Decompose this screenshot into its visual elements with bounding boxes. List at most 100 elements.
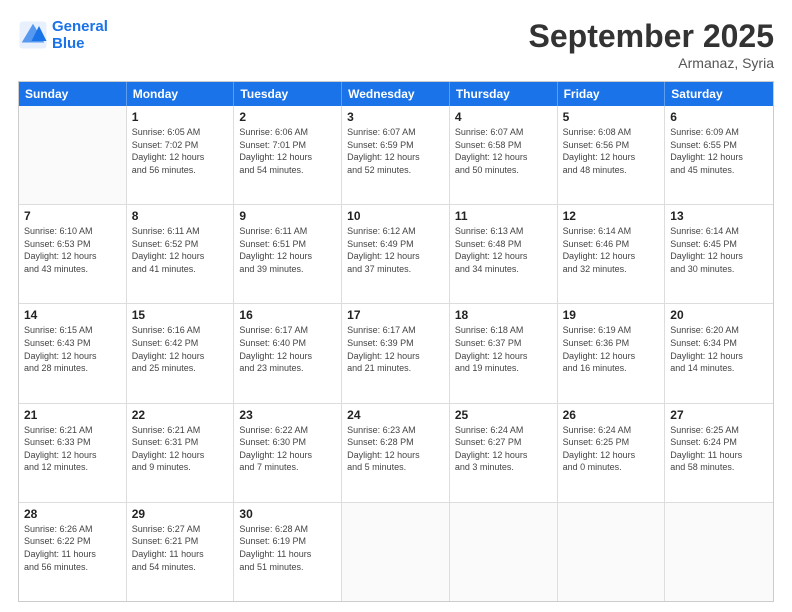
day-number: 27 xyxy=(670,408,768,422)
calendar-week-row: 14 Sunrise: 6:15 AM Sunset: 6:43 PM Dayli… xyxy=(19,304,773,403)
calendar-cell: 22 Sunrise: 6:21 AM Sunset: 6:31 PM Dayli… xyxy=(127,404,235,502)
subtitle: Armanaz, Syria xyxy=(529,55,774,71)
day-info: Sunrise: 6:07 AM Sunset: 6:58 PM Dayligh… xyxy=(455,126,552,176)
calendar-cell: 18 Sunrise: 6:18 AM Sunset: 6:37 PM Dayli… xyxy=(450,304,558,402)
day-info: Sunrise: 6:26 AM Sunset: 6:22 PM Dayligh… xyxy=(24,523,121,573)
calendar-cell: 27 Sunrise: 6:25 AM Sunset: 6:24 PM Dayli… xyxy=(665,404,773,502)
calendar-cell: 16 Sunrise: 6:17 AM Sunset: 6:40 PM Dayli… xyxy=(234,304,342,402)
calendar-header-cell: Saturday xyxy=(665,82,773,106)
day-info: Sunrise: 6:24 AM Sunset: 6:27 PM Dayligh… xyxy=(455,424,552,474)
calendar: SundayMondayTuesdayWednesdayThursdayFrid… xyxy=(18,81,774,602)
day-number: 23 xyxy=(239,408,336,422)
day-number: 2 xyxy=(239,110,336,124)
day-info: Sunrise: 6:25 AM Sunset: 6:24 PM Dayligh… xyxy=(670,424,768,474)
calendar-cell: 4 Sunrise: 6:07 AM Sunset: 6:58 PM Daylig… xyxy=(450,106,558,204)
calendar-cell xyxy=(19,106,127,204)
day-info: Sunrise: 6:17 AM Sunset: 6:39 PM Dayligh… xyxy=(347,324,444,374)
calendar-cell xyxy=(450,503,558,601)
calendar-cell: 29 Sunrise: 6:27 AM Sunset: 6:21 PM Dayli… xyxy=(127,503,235,601)
calendar-week-row: 1 Sunrise: 6:05 AM Sunset: 7:02 PM Daylig… xyxy=(19,106,773,205)
calendar-week-row: 7 Sunrise: 6:10 AM Sunset: 6:53 PM Daylig… xyxy=(19,205,773,304)
day-number: 19 xyxy=(563,308,660,322)
title-block: September 2025 Armanaz, Syria xyxy=(529,18,774,71)
calendar-cell: 1 Sunrise: 6:05 AM Sunset: 7:02 PM Daylig… xyxy=(127,106,235,204)
day-number: 13 xyxy=(670,209,768,223)
day-number: 26 xyxy=(563,408,660,422)
calendar-cell: 2 Sunrise: 6:06 AM Sunset: 7:01 PM Daylig… xyxy=(234,106,342,204)
day-info: Sunrise: 6:11 AM Sunset: 6:51 PM Dayligh… xyxy=(239,225,336,275)
day-number: 22 xyxy=(132,408,229,422)
calendar-cell: 25Sunrise: 6:24 AM Sunset: 6:27 PM Dayli… xyxy=(450,404,558,502)
day-number: 3 xyxy=(347,110,444,124)
day-number: 24 xyxy=(347,408,444,422)
day-number: 7 xyxy=(24,209,121,223)
day-info: Sunrise: 6:10 AM Sunset: 6:53 PM Dayligh… xyxy=(24,225,121,275)
day-info: Sunrise: 6:13 AM Sunset: 6:48 PM Dayligh… xyxy=(455,225,552,275)
calendar-body: 1 Sunrise: 6:05 AM Sunset: 7:02 PM Daylig… xyxy=(19,106,773,601)
calendar-cell: 9 Sunrise: 6:11 AM Sunset: 6:51 PM Daylig… xyxy=(234,205,342,303)
day-info: Sunrise: 6:19 AM Sunset: 6:36 PM Dayligh… xyxy=(563,324,660,374)
calendar-cell: 24Sunrise: 6:23 AM Sunset: 6:28 PM Dayli… xyxy=(342,404,450,502)
day-number: 17 xyxy=(347,308,444,322)
day-info: Sunrise: 6:12 AM Sunset: 6:49 PM Dayligh… xyxy=(347,225,444,275)
day-info: Sunrise: 6:15 AM Sunset: 6:43 PM Dayligh… xyxy=(24,324,121,374)
calendar-header-cell: Friday xyxy=(558,82,666,106)
calendar-header-cell: Thursday xyxy=(450,82,558,106)
day-info: Sunrise: 6:09 AM Sunset: 6:55 PM Dayligh… xyxy=(670,126,768,176)
day-number: 21 xyxy=(24,408,121,422)
calendar-cell: 21Sunrise: 6:21 AM Sunset: 6:33 PM Dayli… xyxy=(19,404,127,502)
day-number: 16 xyxy=(239,308,336,322)
day-info: Sunrise: 6:07 AM Sunset: 6:59 PM Dayligh… xyxy=(347,126,444,176)
day-info: Sunrise: 6:14 AM Sunset: 6:46 PM Dayligh… xyxy=(563,225,660,275)
day-info: Sunrise: 6:08 AM Sunset: 6:56 PM Dayligh… xyxy=(563,126,660,176)
day-number: 10 xyxy=(347,209,444,223)
calendar-cell: 28 Sunrise: 6:26 AM Sunset: 6:22 PM Dayli… xyxy=(19,503,127,601)
calendar-cell: 8 Sunrise: 6:11 AM Sunset: 6:52 PM Daylig… xyxy=(127,205,235,303)
day-info: Sunrise: 6:18 AM Sunset: 6:37 PM Dayligh… xyxy=(455,324,552,374)
calendar-week-row: 28 Sunrise: 6:26 AM Sunset: 6:22 PM Dayli… xyxy=(19,503,773,601)
header: General Blue September 2025 Armanaz, Syr… xyxy=(18,18,774,71)
calendar-cell: 19 Sunrise: 6:19 AM Sunset: 6:36 PM Dayli… xyxy=(558,304,666,402)
day-info: Sunrise: 6:06 AM Sunset: 7:01 PM Dayligh… xyxy=(239,126,336,176)
day-info: Sunrise: 6:22 AM Sunset: 6:30 PM Dayligh… xyxy=(239,424,336,474)
calendar-header-cell: Monday xyxy=(127,82,235,106)
day-info: Sunrise: 6:21 AM Sunset: 6:31 PM Dayligh… xyxy=(132,424,229,474)
day-number: 8 xyxy=(132,209,229,223)
day-number: 18 xyxy=(455,308,552,322)
calendar-cell: 11 Sunrise: 6:13 AM Sunset: 6:48 PM Dayli… xyxy=(450,205,558,303)
calendar-cell: 5Sunrise: 6:08 AM Sunset: 6:56 PM Daylig… xyxy=(558,106,666,204)
calendar-week-row: 21Sunrise: 6:21 AM Sunset: 6:33 PM Dayli… xyxy=(19,404,773,503)
day-number: 29 xyxy=(132,507,229,521)
calendar-cell: 20 Sunrise: 6:20 AM Sunset: 6:34 PM Dayli… xyxy=(665,304,773,402)
day-info: Sunrise: 6:27 AM Sunset: 6:21 PM Dayligh… xyxy=(132,523,229,573)
calendar-cell: 3 Sunrise: 6:07 AM Sunset: 6:59 PM Daylig… xyxy=(342,106,450,204)
logo: General Blue xyxy=(18,18,108,52)
day-info: Sunrise: 6:20 AM Sunset: 6:34 PM Dayligh… xyxy=(670,324,768,374)
day-number: 15 xyxy=(132,308,229,322)
day-number: 1 xyxy=(132,110,229,124)
day-number: 28 xyxy=(24,507,121,521)
day-number: 6 xyxy=(670,110,768,124)
calendar-cell: 23 Sunrise: 6:22 AM Sunset: 6:30 PM Dayli… xyxy=(234,404,342,502)
day-number: 12 xyxy=(563,209,660,223)
day-info: Sunrise: 6:05 AM Sunset: 7:02 PM Dayligh… xyxy=(132,126,229,176)
main-title: September 2025 xyxy=(529,18,774,55)
day-info: Sunrise: 6:28 AM Sunset: 6:19 PM Dayligh… xyxy=(239,523,336,573)
day-number: 11 xyxy=(455,209,552,223)
calendar-cell: 13 Sunrise: 6:14 AM Sunset: 6:45 PM Dayli… xyxy=(665,205,773,303)
day-number: 14 xyxy=(24,308,121,322)
day-number: 20 xyxy=(670,308,768,322)
day-number: 9 xyxy=(239,209,336,223)
day-info: Sunrise: 6:17 AM Sunset: 6:40 PM Dayligh… xyxy=(239,324,336,374)
logo-text: General Blue xyxy=(52,18,108,52)
calendar-header-cell: Wednesday xyxy=(342,82,450,106)
calendar-cell: 7 Sunrise: 6:10 AM Sunset: 6:53 PM Daylig… xyxy=(19,205,127,303)
calendar-header-cell: Sunday xyxy=(19,82,127,106)
calendar-header: SundayMondayTuesdayWednesdayThursdayFrid… xyxy=(19,82,773,106)
calendar-cell: 30Sunrise: 6:28 AM Sunset: 6:19 PM Dayli… xyxy=(234,503,342,601)
day-info: Sunrise: 6:11 AM Sunset: 6:52 PM Dayligh… xyxy=(132,225,229,275)
day-info: Sunrise: 6:16 AM Sunset: 6:42 PM Dayligh… xyxy=(132,324,229,374)
day-info: Sunrise: 6:14 AM Sunset: 6:45 PM Dayligh… xyxy=(670,225,768,275)
day-number: 4 xyxy=(455,110,552,124)
calendar-cell: 6 Sunrise: 6:09 AM Sunset: 6:55 PM Daylig… xyxy=(665,106,773,204)
